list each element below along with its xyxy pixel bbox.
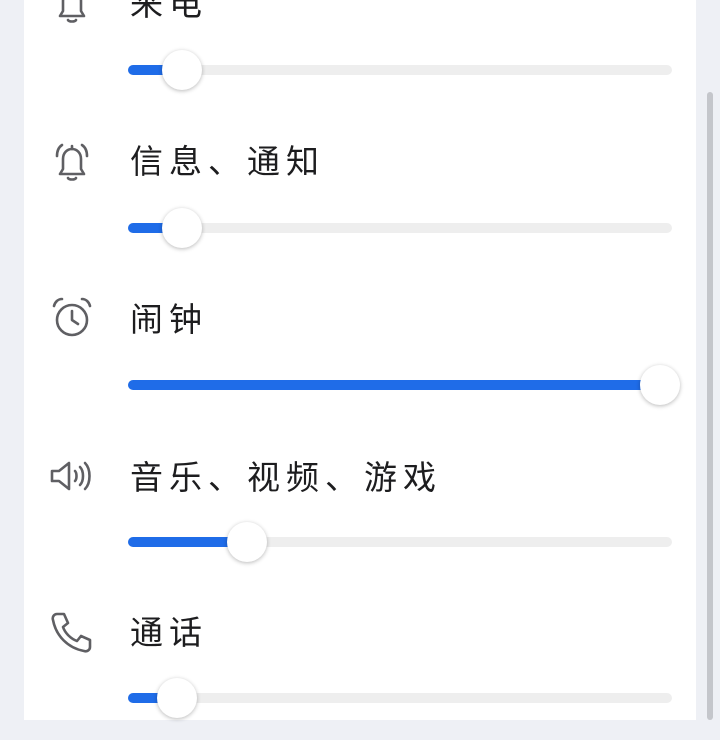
slider-track [128, 65, 672, 75]
volume-row-notifications: 信息、通知 [24, 128, 696, 268]
bell-ringing-icon [48, 138, 96, 186]
speaker-icon [48, 452, 96, 500]
slider-track [128, 223, 672, 233]
volume-row-alarm: 闹钟 [24, 286, 696, 426]
volume-label: 音乐、视频、游戏 [130, 458, 442, 497]
slider-thumb[interactable] [162, 50, 203, 90]
ringtone-volume-slider[interactable] [128, 50, 672, 90]
bell-icon [48, 0, 96, 28]
volume-label: 来电 [130, 0, 208, 23]
volume-row-media: 音乐、视频、游戏 [24, 444, 696, 584]
slider-track [128, 693, 672, 703]
alarm-volume-slider[interactable] [128, 365, 680, 405]
phone-icon [48, 608, 96, 656]
notification-volume-slider[interactable] [128, 208, 672, 248]
slider-thumb[interactable] [227, 522, 268, 562]
media-volume-slider[interactable] [128, 522, 672, 562]
slider-thumb[interactable] [162, 208, 203, 248]
alarm-clock-icon [48, 294, 96, 342]
volume-row-ringtone: 来电 [24, 0, 696, 110]
volume-label: 闹钟 [130, 300, 208, 339]
slider-thumb[interactable] [156, 678, 197, 718]
volume-label: 通话 [130, 613, 208, 652]
slider-fill [128, 380, 660, 390]
call-volume-slider[interactable] [128, 678, 672, 718]
scrollbar[interactable] [707, 92, 713, 720]
volume-settings-panel: 来电 信息、通知 闹钟 音乐、视频、游戏 通话 [24, 0, 696, 720]
volume-label: 信息、通知 [130, 142, 325, 181]
volume-row-call: 通话 [24, 600, 696, 740]
slider-thumb[interactable] [640, 365, 680, 405]
